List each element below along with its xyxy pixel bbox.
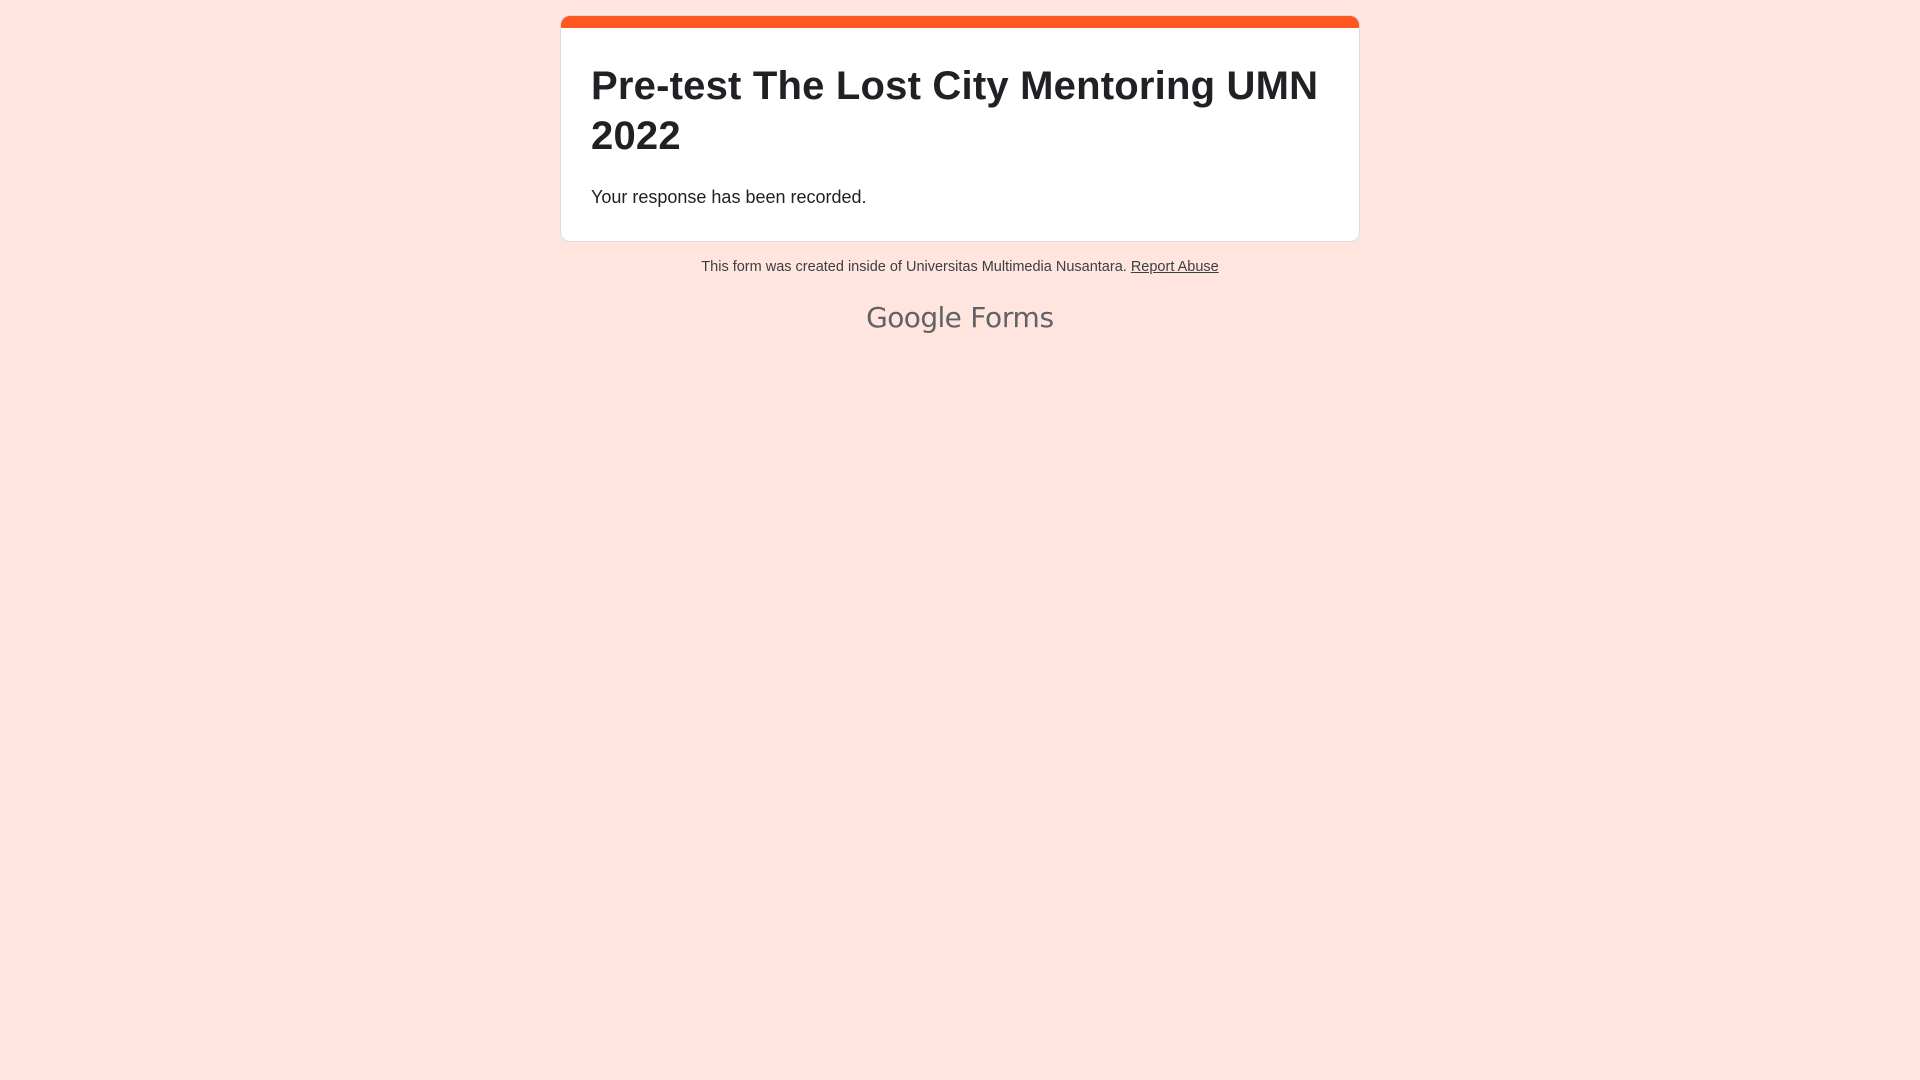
google-forms-logo[interactable]: Google Forms: [0, 300, 1920, 336]
form-card: Pre-test The Lost City Mentoring UMN 202…: [560, 15, 1360, 242]
form-title: Pre-test The Lost City Mentoring UMN 202…: [591, 64, 1319, 158]
footer-note: This form was created inside of Universi…: [0, 257, 1920, 277]
confirmation-message: Your response has been recorded.: [591, 187, 867, 207]
brand-forms-wordmark: Forms: [970, 301, 1054, 334]
footer-note-text: This form was created inside of Universi…: [701, 259, 1127, 275]
brand-google-wordmark: Google: [866, 301, 962, 334]
report-abuse-link[interactable]: Report Abuse: [1131, 259, 1219, 275]
card-accent-bar: [561, 16, 1359, 28]
card-body: Pre-test The Lost City Mentoring UMN 202…: [561, 28, 1359, 241]
